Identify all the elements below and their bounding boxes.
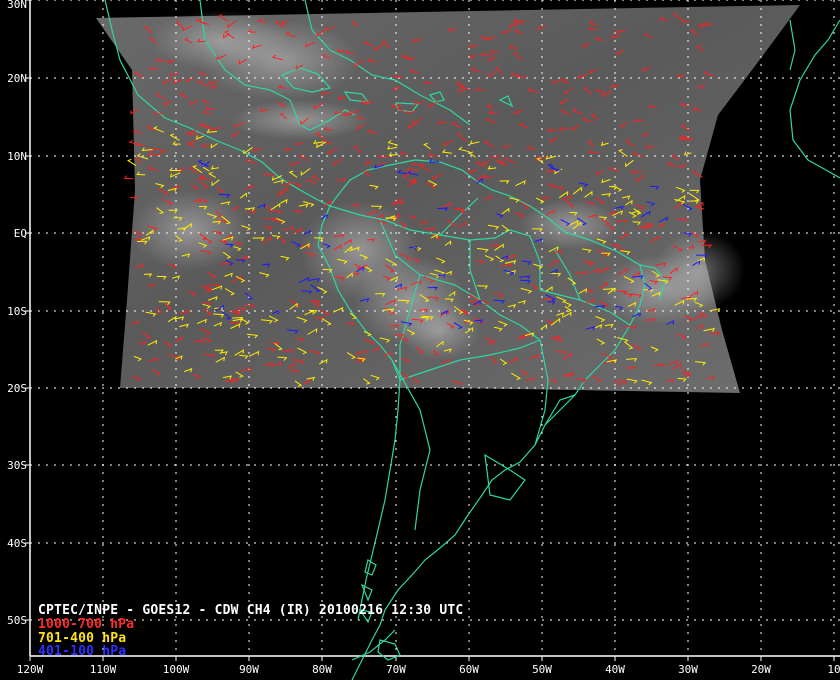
lat-label: 30N bbox=[7, 0, 27, 11]
lon-label: 100W bbox=[163, 663, 190, 676]
lat-label: 10S bbox=[7, 305, 27, 318]
cloud-patch bbox=[130, 190, 250, 270]
cloud-patch bbox=[230, 100, 370, 140]
lat-label: 50S bbox=[7, 614, 27, 627]
satellite-image bbox=[96, 5, 800, 393]
lon-label: 20W bbox=[751, 663, 771, 676]
lon-label: 10 bbox=[827, 663, 840, 676]
lon-label: 70W bbox=[386, 663, 406, 676]
map-title: CPTEC/INPE - GOES12 - CDW CH4 (IR) 20100… bbox=[38, 603, 464, 618]
wind-map: 30N 20N 10N EQ 10S 20S 30S 40S 50S 120W 110W 100W 9… bbox=[0, 0, 840, 680]
lat-label: 30S bbox=[7, 459, 27, 472]
lon-label: 90W bbox=[239, 663, 259, 676]
lon-label: 110W bbox=[90, 663, 117, 676]
lon-label: 120W bbox=[17, 663, 44, 676]
lat-label: 20S bbox=[7, 382, 27, 395]
lon-label: 50W bbox=[532, 663, 552, 676]
lat-label: 40S bbox=[7, 537, 27, 550]
lon-label: 30W bbox=[678, 663, 698, 676]
lon-label: 80W bbox=[312, 663, 332, 676]
lon-label: 60W bbox=[459, 663, 479, 676]
lat-label: EQ bbox=[14, 227, 27, 240]
lon-label: 40W bbox=[605, 663, 625, 676]
cloud-patch bbox=[150, 10, 290, 70]
legend-high-level: 401-100 hPa bbox=[38, 644, 127, 659]
legend-low-level: 1000-700 hPa bbox=[38, 617, 135, 632]
cloud-patch bbox=[400, 300, 480, 360]
lat-label: 10N bbox=[7, 150, 27, 163]
lat-label: 20N bbox=[7, 72, 27, 85]
